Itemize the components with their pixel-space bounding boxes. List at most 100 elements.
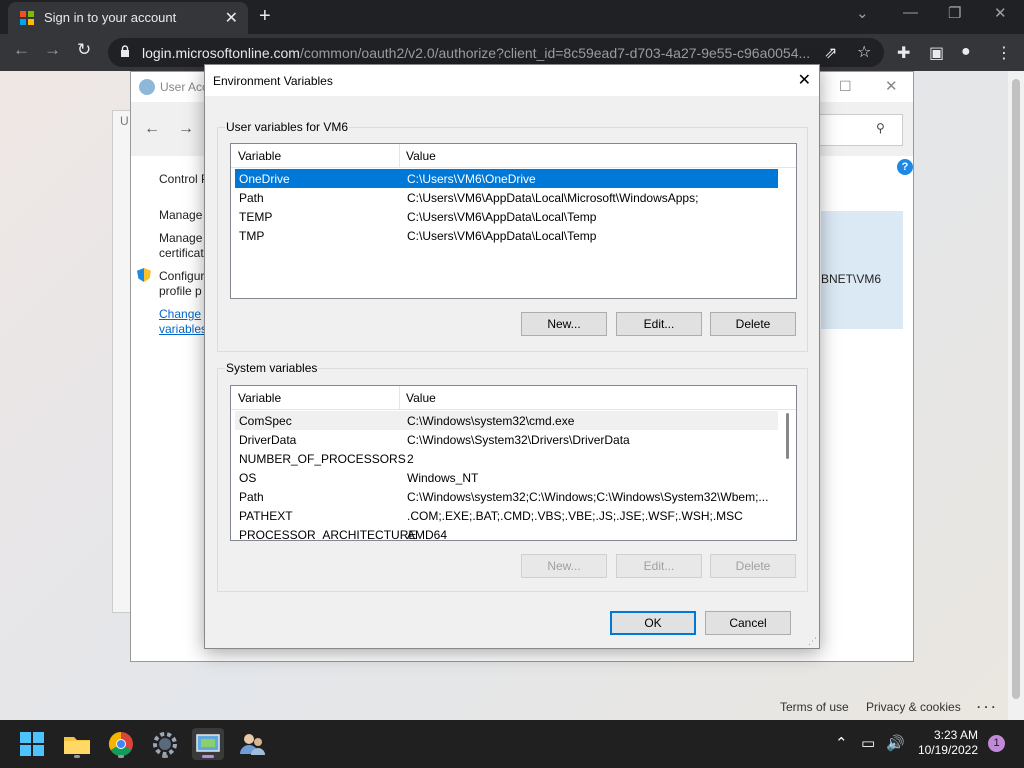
- url-text: login.microsoftonline.com/common/oauth2/…: [142, 45, 811, 61]
- taskbar: ⌃ ▭ 🔊 3:23 AM 10/19/2022 1: [0, 720, 1024, 768]
- variable-name: TEMP: [239, 210, 273, 224]
- settings-gear-icon[interactable]: [149, 728, 181, 760]
- close-icon[interactable]: ✕: [798, 70, 811, 90]
- sidebar-item-certificates[interactable]: Manage certificat: [159, 231, 204, 261]
- sidebar-item-profile[interactable]: Configur profile p: [159, 269, 204, 299]
- start-button[interactable]: [16, 728, 48, 760]
- sidebar-item-control-panel[interactable]: Control P: [159, 172, 209, 187]
- user-accounts-app-icon[interactable]: [236, 728, 268, 760]
- system-delete-button[interactable]: Delete: [710, 554, 796, 578]
- browser-tab[interactable]: Sign in to your account ✕: [8, 2, 248, 34]
- variable-value: C:\Users\VM6\AppData\Local\Temp: [407, 229, 597, 243]
- user-edit-button[interactable]: Edit...: [616, 312, 702, 336]
- new-tab-icon[interactable]: +: [259, 5, 271, 28]
- table-row[interactable]: Path C:\Windows\system32;C:\Windows;C:\Wi…: [235, 487, 778, 506]
- table-row[interactable]: TEMP C:\Users\VM6\AppData\Local\Temp: [235, 207, 778, 226]
- close-window-icon[interactable]: ✕: [885, 77, 898, 95]
- table-row[interactable]: PROCESSOR_ARCHITECTURE AMD64: [235, 525, 778, 541]
- back-icon[interactable]: ←: [144, 120, 160, 138]
- close-window-icon[interactable]: ✕: [994, 4, 1007, 22]
- variable-value: .COM;.EXE;.BAT;.CMD;.VBS;.VBE;.JS;.JSE;.…: [407, 509, 743, 523]
- table-row[interactable]: Path C:\Users\VM6\AppData\Local\Microsoft…: [235, 188, 778, 207]
- system-variables-label: System variables: [225, 361, 319, 375]
- chrome-icon[interactable]: [105, 728, 137, 760]
- sidebar-item-change-env-vars[interactable]: Change variables: [159, 307, 207, 337]
- user-new-button[interactable]: New...: [521, 312, 607, 336]
- variable-name: NUMBER_OF_PROCESSORS: [239, 452, 406, 466]
- resize-grip-icon[interactable]: ⋰: [808, 636, 817, 647]
- profile-icon[interactable]: ●: [961, 43, 971, 61]
- variable-value: 2: [407, 452, 414, 466]
- extensions-icon[interactable]: ✚: [897, 43, 910, 63]
- variable-name: Path: [239, 191, 264, 205]
- network-icon[interactable]: ▭: [861, 734, 875, 752]
- column-value[interactable]: Value: [406, 391, 436, 405]
- ok-button[interactable]: OK: [610, 611, 696, 635]
- variable-name: DriverData: [239, 433, 297, 447]
- variable-value: C:\Users\VM6\AppData\Local\Microsoft\Win…: [407, 191, 699, 205]
- reload-icon[interactable]: ↻: [77, 40, 91, 60]
- share-icon[interactable]: ⇗: [824, 43, 837, 63]
- dialog-titlebar: Environment Variables ✕: [205, 65, 819, 96]
- menu-icon[interactable]: ⋮: [996, 43, 1012, 63]
- sidebar-item-manage[interactable]: Manage: [159, 208, 202, 223]
- system-new-button[interactable]: New...: [521, 554, 607, 578]
- variable-value: C:\Windows\system32;C:\Windows;C:\Window…: [407, 490, 769, 504]
- environment-variables-dialog: Environment Variables ✕ User variables f…: [204, 64, 820, 649]
- column-variable[interactable]: Variable: [238, 391, 281, 405]
- system-edit-button[interactable]: Edit...: [616, 554, 702, 578]
- forward-icon[interactable]: →: [44, 40, 61, 60]
- variable-name: ComSpec: [239, 414, 292, 428]
- back-icon[interactable]: ←: [13, 40, 30, 60]
- column-value[interactable]: Value: [406, 149, 436, 163]
- variable-value: Windows_NT: [407, 471, 479, 485]
- table-row[interactable]: ComSpec C:\Windows\system32\cmd.exe: [235, 411, 778, 430]
- clock[interactable]: 3:23 AM 10/19/2022: [912, 728, 978, 758]
- column-variable[interactable]: Variable: [238, 149, 281, 163]
- close-tab-icon[interactable]: ✕: [225, 8, 238, 28]
- users-icon: [139, 79, 155, 95]
- table-row[interactable]: PATHEXT .COM;.EXE;.BAT;.CMD;.VBS;.VBE;.JS…: [235, 506, 778, 525]
- table-row[interactable]: NUMBER_OF_PROCESSORS 2: [235, 449, 778, 468]
- system-variables-list[interactable]: Variable Value ComSpec C:\Windows\system3…: [230, 385, 797, 541]
- file-explorer-icon[interactable]: [61, 728, 93, 760]
- variable-value: C:\Windows\system32\cmd.exe: [407, 414, 575, 428]
- minimize-icon[interactable]: —: [903, 4, 918, 21]
- bookmark-star-icon[interactable]: ☆: [857, 42, 871, 62]
- variable-name: PATHEXT: [239, 509, 293, 523]
- table-row[interactable]: DriverData C:\Windows\System32\Drivers\Dr…: [235, 430, 778, 449]
- terms-link[interactable]: Terms of use: [780, 700, 849, 714]
- user-variables-label: User variables for VM6: [225, 120, 350, 134]
- chevron-up-icon[interactable]: ⌃: [835, 734, 848, 752]
- user-variables-list[interactable]: Variable Value OneDrive C:\Users\VM6\OneD…: [230, 143, 797, 299]
- cancel-button[interactable]: Cancel: [705, 611, 791, 635]
- variable-value: C:\Users\VM6\AppData\Local\Temp: [407, 210, 597, 224]
- privacy-link[interactable]: Privacy & cookies: [866, 700, 961, 714]
- help-icon[interactable]: ?: [897, 159, 913, 175]
- side-panel-icon[interactable]: ▣: [929, 43, 944, 63]
- address-bar[interactable]: login.microsoftonline.com/common/oauth2/…: [108, 38, 884, 67]
- page-scrollbar[interactable]: [1008, 71, 1024, 720]
- tab-title: Sign in to your account: [44, 10, 177, 25]
- variable-name: PROCESSOR_ARCHITECTURE: [239, 528, 417, 541]
- notification-badge[interactable]: 1: [988, 735, 1005, 752]
- control-panel-icon[interactable]: [192, 728, 224, 760]
- microsoft-logo-icon: [20, 11, 34, 25]
- restore-icon[interactable]: ❐: [948, 4, 961, 22]
- table-row[interactable]: OneDrive C:\Users\VM6\OneDrive: [235, 169, 778, 188]
- table-row[interactable]: TMP C:\Users\VM6\AppData\Local\Temp: [235, 226, 778, 245]
- windows-logo-icon: [20, 732, 44, 756]
- search-input[interactable]: ⚲: [819, 114, 903, 146]
- forward-icon[interactable]: →: [178, 120, 194, 138]
- table-row[interactable]: OS Windows_NT: [235, 468, 778, 487]
- clock-date: 10/19/2022: [917, 743, 978, 757]
- list-scrollbar[interactable]: [779, 410, 796, 540]
- clock-time: 3:23 AM: [933, 728, 978, 742]
- user-delete-button[interactable]: Delete: [710, 312, 796, 336]
- more-options-icon[interactable]: · · ·: [977, 700, 996, 714]
- tab-search-icon[interactable]: ⌄: [856, 4, 869, 22]
- maximize-icon[interactable]: ☐: [839, 78, 852, 95]
- volume-icon[interactable]: 🔊: [886, 734, 905, 752]
- shield-icon: [137, 268, 151, 282]
- variable-name: Path: [239, 490, 264, 504]
